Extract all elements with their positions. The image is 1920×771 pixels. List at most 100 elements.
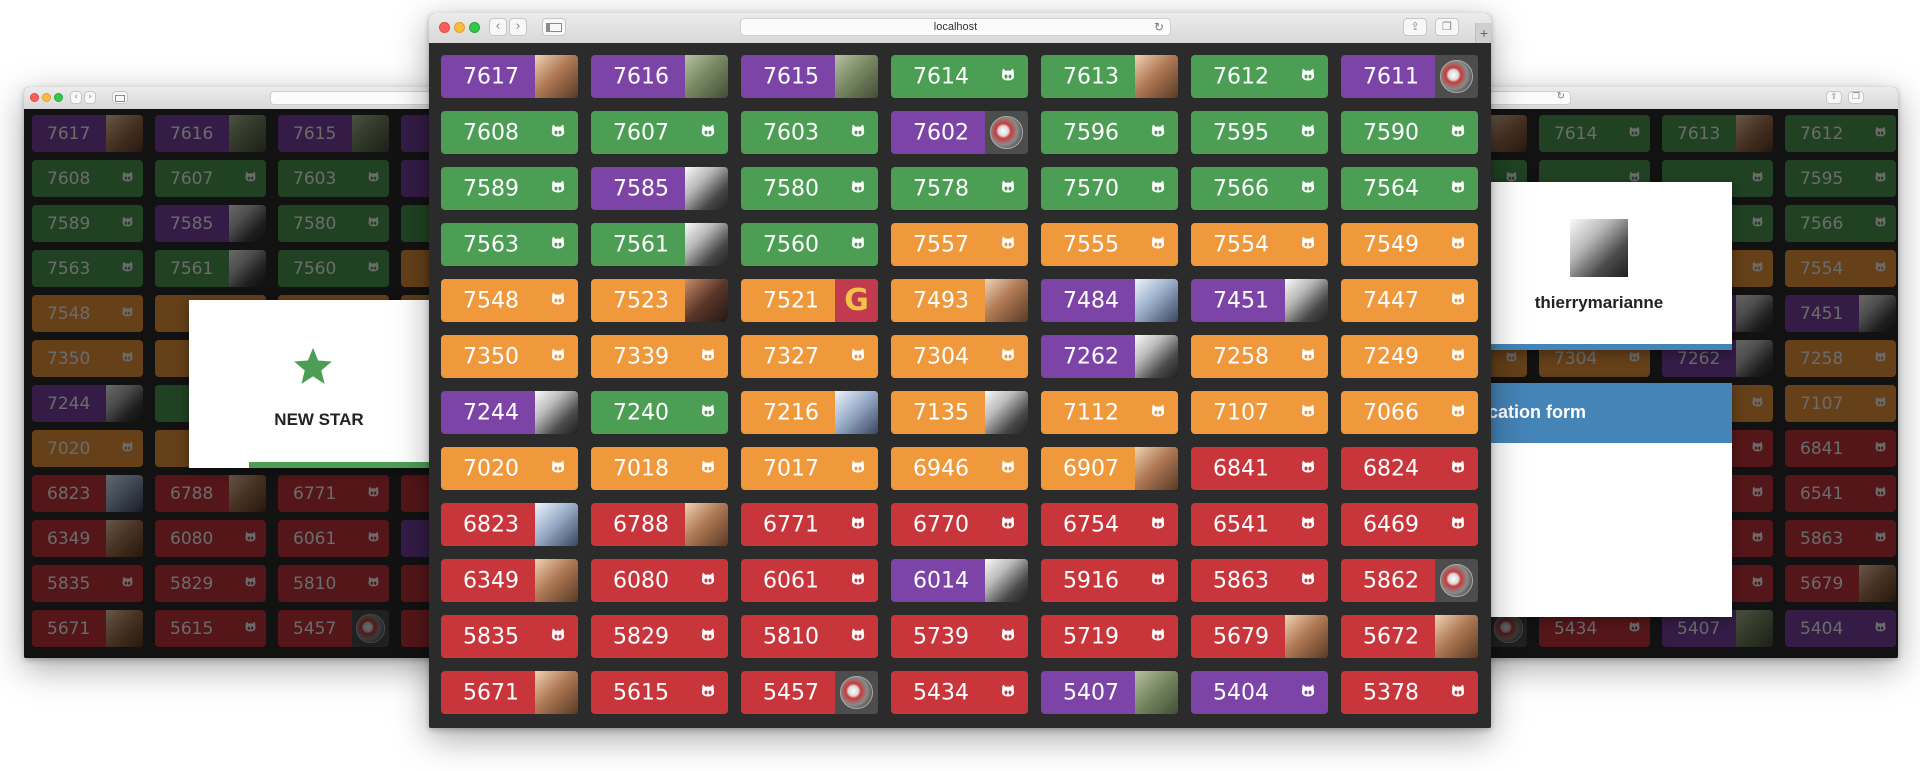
pr-card-7304[interactable]: 7304: [891, 335, 1028, 378]
pr-card-7262[interactable]: 7262: [1041, 335, 1178, 378]
pr-card-6349[interactable]: 6349: [441, 559, 578, 602]
pr-card-7617[interactable]: 7617: [441, 55, 578, 98]
minimize-window-button[interactable]: [454, 22, 465, 33]
pr-card-7596[interactable]: 7596: [1041, 111, 1178, 154]
pr-card-5404[interactable]: 5404: [1191, 671, 1328, 714]
pr-card-7112[interactable]: 7112: [1041, 391, 1178, 434]
pr-card-7561[interactable]: 7561: [591, 223, 728, 266]
minimize-window-button[interactable]: [42, 93, 51, 102]
pr-card-7563[interactable]: 7563: [441, 223, 578, 266]
pr-card-7017[interactable]: 7017: [741, 447, 878, 490]
pr-card-7018[interactable]: 7018: [591, 447, 728, 490]
pr-card-5434[interactable]: 5434: [891, 671, 1028, 714]
pr-card-5679[interactable]: 5679: [1191, 615, 1328, 658]
pr-card-7521[interactable]: 7521: [741, 279, 878, 322]
pr-card-5810[interactable]: 5810: [741, 615, 878, 658]
pr-card-5407[interactable]: 5407: [1041, 671, 1178, 714]
pr-card-5615[interactable]: 5615: [591, 671, 728, 714]
pr-card-7564[interactable]: 7564: [1341, 167, 1478, 210]
pr-card-6014[interactable]: 6014: [891, 559, 1028, 602]
sidebar-toggle-button[interactable]: [112, 91, 128, 104]
back-button[interactable]: ‹: [489, 18, 507, 36]
pr-card-5378[interactable]: 5378: [1341, 671, 1478, 714]
pr-card-7484[interactable]: 7484: [1041, 279, 1178, 322]
pr-card-7613[interactable]: 7613: [1041, 55, 1178, 98]
share-button[interactable]: ⇪: [1403, 18, 1427, 36]
pr-card-7339[interactable]: 7339: [591, 335, 728, 378]
pr-card-6788[interactable]: 6788: [591, 503, 728, 546]
pr-card-6770[interactable]: 6770: [891, 503, 1028, 546]
pr-card-5719[interactable]: 5719: [1041, 615, 1178, 658]
pr-card-5916[interactable]: 5916: [1041, 559, 1178, 602]
pr-card-7555[interactable]: 7555: [1041, 223, 1178, 266]
pr-card-7327[interactable]: 7327: [741, 335, 878, 378]
pr-card-6469[interactable]: 6469: [1341, 503, 1478, 546]
tabs-button[interactable]: ❐: [1435, 18, 1459, 36]
pr-card-6841[interactable]: 6841: [1191, 447, 1328, 490]
address-bar[interactable]: localhost ↻: [740, 18, 1171, 36]
pr-card-6061[interactable]: 6061: [741, 559, 878, 602]
pr-card-7615[interactable]: 7615: [741, 55, 878, 98]
pr-card-6754[interactable]: 6754: [1041, 503, 1178, 546]
pr-card-7350[interactable]: 7350: [441, 335, 578, 378]
pr-card-7107[interactable]: 7107: [1191, 391, 1328, 434]
pr-card-7614[interactable]: 7614: [891, 55, 1028, 98]
pr-card-6907[interactable]: 6907: [1041, 447, 1178, 490]
pr-card-5671[interactable]: 5671: [441, 671, 578, 714]
reload-icon[interactable]: ↻: [1154, 19, 1164, 35]
share-button[interactable]: ⇪: [1826, 91, 1842, 104]
pr-card-7451[interactable]: 7451: [1191, 279, 1328, 322]
pr-card-7566[interactable]: 7566: [1191, 167, 1328, 210]
pr-card-7135[interactable]: 7135: [891, 391, 1028, 434]
pr-card-5672[interactable]: 5672: [1341, 615, 1478, 658]
pr-card-7580[interactable]: 7580: [741, 167, 878, 210]
pr-card-6824[interactable]: 6824: [1341, 447, 1478, 490]
zoom-window-button[interactable]: [469, 22, 480, 33]
pr-card-7548[interactable]: 7548: [441, 279, 578, 322]
pr-card-5457[interactable]: 5457: [741, 671, 878, 714]
pr-card-6946[interactable]: 6946: [891, 447, 1028, 490]
pr-card-7612[interactable]: 7612: [1191, 55, 1328, 98]
pr-card-7244[interactable]: 7244: [441, 391, 578, 434]
pr-card-5835[interactable]: 5835: [441, 615, 578, 658]
sidebar-toggle-button[interactable]: [542, 18, 566, 36]
pr-card-5739[interactable]: 5739: [891, 615, 1028, 658]
close-window-button[interactable]: [439, 22, 450, 33]
forward-button[interactable]: ›: [84, 91, 96, 104]
close-window-button[interactable]: [30, 93, 39, 102]
pr-card-7608[interactable]: 7608: [441, 111, 578, 154]
pr-card-7602[interactable]: 7602: [891, 111, 1028, 154]
pr-card-7603[interactable]: 7603: [741, 111, 878, 154]
tabs-button[interactable]: ❐: [1848, 91, 1864, 104]
pr-card-7216[interactable]: 7216: [741, 391, 878, 434]
back-button[interactable]: ‹: [70, 91, 82, 104]
pr-card-7616[interactable]: 7616: [591, 55, 728, 98]
pr-card-7570[interactable]: 7570: [1041, 167, 1178, 210]
pr-card-6080[interactable]: 6080: [591, 559, 728, 602]
pr-card-7611[interactable]: 7611: [1341, 55, 1478, 98]
pr-card-7585[interactable]: 7585: [591, 167, 728, 210]
pr-card-7554[interactable]: 7554: [1191, 223, 1328, 266]
pr-card-7578[interactable]: 7578: [891, 167, 1028, 210]
zoom-window-button[interactable]: [54, 93, 63, 102]
pr-card-7258[interactable]: 7258: [1191, 335, 1328, 378]
pr-card-7523[interactable]: 7523: [591, 279, 728, 322]
pr-card-7557[interactable]: 7557: [891, 223, 1028, 266]
pr-card-7020[interactable]: 7020: [441, 447, 578, 490]
pr-card-7249[interactable]: 7249: [1341, 335, 1478, 378]
pr-card-6823[interactable]: 6823: [441, 503, 578, 546]
pr-card-6771[interactable]: 6771: [741, 503, 878, 546]
pr-card-7066[interactable]: 7066: [1341, 391, 1478, 434]
pr-card-7595[interactable]: 7595: [1191, 111, 1328, 154]
pr-card-5862[interactable]: 5862: [1341, 559, 1478, 602]
pr-card-7549[interactable]: 7549: [1341, 223, 1478, 266]
pr-card-7447[interactable]: 7447: [1341, 279, 1478, 322]
pr-card-7493[interactable]: 7493: [891, 279, 1028, 322]
pr-card-7240[interactable]: 7240: [591, 391, 728, 434]
pr-card-7607[interactable]: 7607: [591, 111, 728, 154]
pr-card-7560[interactable]: 7560: [741, 223, 878, 266]
pr-card-5863[interactable]: 5863: [1191, 559, 1328, 602]
pr-card-5829[interactable]: 5829: [591, 615, 728, 658]
pr-card-7589[interactable]: 7589: [441, 167, 578, 210]
new-tab-button[interactable]: +: [1475, 23, 1491, 43]
